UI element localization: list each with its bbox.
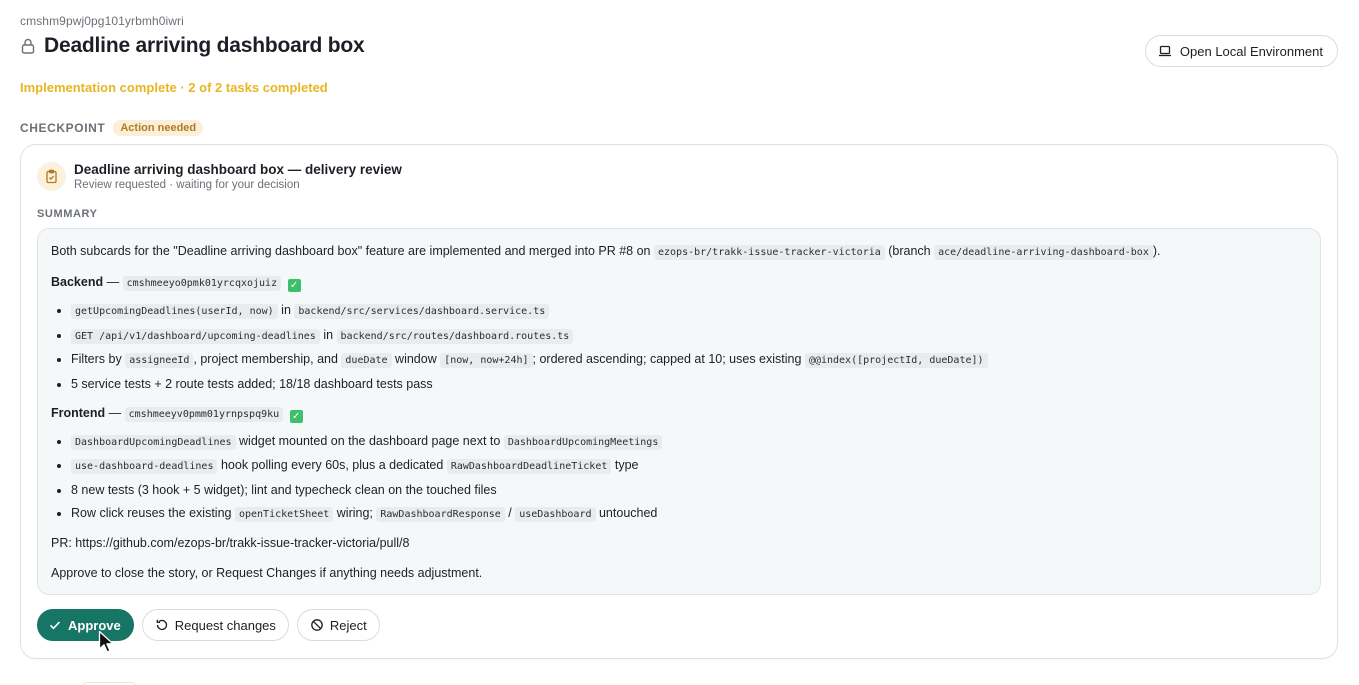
laptop-icon xyxy=(1158,45,1171,57)
intro-text-branch: (branch xyxy=(888,244,931,258)
inline-code: GET /api/v1/dashboard/upcoming-deadlines xyxy=(71,328,320,344)
approve-button[interactable]: Approve xyxy=(37,609,134,641)
task-id: cmshm9pwj0pg101yrbmh0iwri xyxy=(20,14,184,28)
inline-code: [now, now+24h] xyxy=(440,353,533,368)
check-icon: ✓ xyxy=(287,279,301,292)
inline-code: backend/src/routes/dashboard.routes.ts xyxy=(336,328,574,344)
item-text: 5 service tests + 2 route tests added; 1… xyxy=(71,376,433,391)
backend-label: Backend xyxy=(51,275,104,289)
repo-code: ezops-br/trakk-issue-tracker-victoria xyxy=(654,245,885,260)
summary-intro: Both subcards for the "Deadline arriving… xyxy=(51,243,1307,261)
intro-text: Both subcards for the "Deadline arriving… xyxy=(51,244,651,258)
backend-list: getUpcomingDeadlines(userId, now) in bac… xyxy=(71,302,1307,393)
decision-actions: Approve Request changes Reject xyxy=(37,609,380,641)
checkpoint-row: CHECKPOINT Action needed xyxy=(20,120,204,136)
list-item: use-dashboard-deadlines hook polling eve… xyxy=(71,457,1307,475)
list-item: DashboardUpcomingDeadlines widget mounte… xyxy=(71,433,1307,451)
list-item: 5 service tests + 2 route tests added; 1… xyxy=(71,376,1307,393)
card-subtitle: Review requested · waiting for your deci… xyxy=(74,179,300,191)
lock-icon xyxy=(21,38,35,54)
inline-code: dueDate xyxy=(341,353,392,368)
open-local-environment-label: Open Local Environment xyxy=(1179,43,1323,59)
check-icon xyxy=(49,621,61,630)
item-text: Filters by xyxy=(71,352,122,366)
frontend-heading: Frontend — cmshmeeyv0pmm01yrnpspq9ku ✓ xyxy=(51,405,1307,423)
intro-text-end: ). xyxy=(1152,244,1161,258)
mouse-pointer-icon xyxy=(98,630,114,653)
inline-code: use-dashboard-deadlines xyxy=(71,459,218,474)
summary-label: SUMMARY xyxy=(37,208,98,220)
backend-dash: — xyxy=(106,275,120,289)
backend-heading: Backend — cmshmeeyo0pmk01yrcqxojuiz ✓ xyxy=(51,274,1307,292)
reject-button[interactable]: Reject xyxy=(296,609,380,641)
item-text: widget mounted on the dashboard page nex… xyxy=(239,433,501,448)
item-text: in xyxy=(323,327,334,342)
checkpoint-card: Deadline arriving dashboard box — delive… xyxy=(20,144,1338,659)
item-text: ; ordered ascending; capped at 10; uses … xyxy=(532,352,802,366)
checkpoint-label: CHECKPOINT xyxy=(20,121,106,135)
item-text: hook polling every 60s, plus a dedicated xyxy=(220,458,444,472)
item-text: wiring; xyxy=(336,506,373,520)
inline-code: RawDashboardDeadlineTicket xyxy=(446,459,612,474)
card-heading-text: Deadline arriving dashboard box — delive… xyxy=(74,162,402,191)
summary-box: Both subcards for the "Deadline arriving… xyxy=(37,228,1321,595)
card-title: Deadline arriving dashboard box — delive… xyxy=(74,162,402,177)
reject-label: Reject xyxy=(329,617,367,633)
open-local-environment-button[interactable]: Open Local Environment xyxy=(1144,35,1338,67)
page-title: Deadline arriving dashboard box xyxy=(44,34,365,57)
clipboard-icon-wrapper xyxy=(37,162,66,191)
inline-code: DashboardUpcomingMeetings xyxy=(503,434,663,450)
list-item: Row click reuses the existing openTicket… xyxy=(71,505,1307,523)
title-row: Deadline arriving dashboard box xyxy=(20,34,1338,58)
status-badge: Action needed xyxy=(113,120,204,136)
inline-code: RawDashboardResponse xyxy=(376,507,505,522)
request-changes-button[interactable]: Request changes xyxy=(141,609,289,641)
ban-icon xyxy=(311,619,323,631)
inline-code: useDashboard xyxy=(515,507,596,522)
card-header: Deadline arriving dashboard box — delive… xyxy=(37,162,402,191)
item-text: untouched xyxy=(598,506,658,520)
frontend-id-code: cmshmeeyv0pmm01yrnpspq9ku xyxy=(124,406,284,422)
list-item: Filters by assigneeId, project membershi… xyxy=(71,351,1307,369)
page-header: cmshm9pwj0pg101yrbmh0iwri Deadline arriv… xyxy=(20,14,1338,67)
item-text: window xyxy=(395,352,437,366)
request-changes-label: Request changes xyxy=(174,617,276,633)
item-text: 8 new tests (3 hook + 5 widget); lint an… xyxy=(71,482,497,497)
list-item: 8 new tests (3 hook + 5 widget); lint an… xyxy=(71,482,1307,499)
item-text: Row click reuses the existing xyxy=(71,506,232,520)
inline-code: @@index([projectId, dueDate]) xyxy=(804,353,988,368)
inline-code: assigneeId xyxy=(125,353,194,368)
frontend-label: Frontend xyxy=(51,405,106,420)
item-text: type xyxy=(614,458,639,472)
check-icon: ✓ xyxy=(289,409,303,423)
inline-code: getUpcomingDeadlines(userId, now) xyxy=(71,304,278,319)
inline-code: openTicketSheet xyxy=(234,507,334,522)
rotate-ccw-icon xyxy=(156,619,167,631)
clipboard-check-icon xyxy=(46,169,57,184)
pr-line: PR: https://github.com/ezops-br/trakk-is… xyxy=(51,536,410,550)
item-text: , project membership, and xyxy=(193,352,338,366)
inline-code: backend/src/services/dashboard.service.t… xyxy=(294,304,550,319)
list-item: getUpcomingDeadlines(userId, now) in bac… xyxy=(71,302,1307,320)
frontend-dash: — xyxy=(108,405,122,420)
backend-id-code: cmshmeeyo0pmk01yrcqxojuiz xyxy=(122,276,282,291)
frontend-list: DashboardUpcomingDeadlines widget mounte… xyxy=(71,433,1307,524)
closing-note: Approve to close the story, or Request C… xyxy=(51,566,483,580)
implementation-status: Implementation complete · 2 of 2 tasks c… xyxy=(20,80,328,95)
item-text: / xyxy=(508,506,512,520)
item-text: in xyxy=(281,303,291,317)
branch-code: ace/deadline-arriving-dashboard-box xyxy=(934,245,1153,260)
list-item: GET /api/v1/dashboard/upcoming-deadlines… xyxy=(71,327,1307,345)
inline-code: DashboardUpcomingDeadlines xyxy=(71,434,236,450)
